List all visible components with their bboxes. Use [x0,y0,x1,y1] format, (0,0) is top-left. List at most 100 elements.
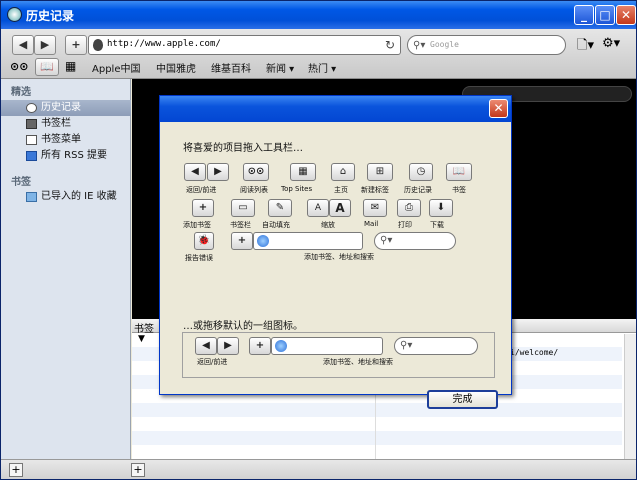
forward-button[interactable]: ▶ [34,35,56,55]
bookmarks-menu-icon [26,135,37,145]
home-icon[interactable]: ⌂ [331,163,355,181]
search-field[interactable]: ⚲▾ Google [407,35,566,55]
folder-icon [26,192,37,202]
bookmarks-bar-icon[interactable]: ▭ [231,199,255,217]
table-row[interactable] [132,403,622,417]
toolbar-item-label: 添加书签 [183,221,211,229]
add-bookmark-button[interactable]: + [65,35,87,55]
mail-envelope-icon[interactable]: ✉ [363,199,387,217]
top-sites-icon[interactable]: ▦ [290,163,316,181]
bookmark-yahoo-china[interactable]: 中国雅虎 [156,60,196,75]
sidebar-item-label: 历史记录 [41,102,81,113]
toolbar-item-label: 下载 [430,221,444,229]
report-bug-icon[interactable]: 🐞 [194,232,214,250]
status-bar: + + [1,459,636,479]
bookmarks-bar-icon [26,119,37,129]
disclosure-triangle-icon[interactable]: ▼ [138,334,145,344]
toolbar-item-label: 自动填充 [262,221,290,229]
history-clock-icon[interactable]: ◷ [409,163,433,181]
clock-icon [26,103,37,113]
add-bookmark-icon[interactable]: + [192,199,214,217]
sidebar-item-ie-favorites[interactable]: 已导入的 IE 收藏 [1,189,131,205]
sidebar-item-label: 所有 RSS 提要 [41,150,108,161]
sidebar-item-rss[interactable]: 所有 RSS 提要 [1,148,131,164]
address-field-preview[interactable] [253,232,363,250]
toolbar-item-label: 打印 [398,221,412,229]
close-button[interactable]: ✕ [616,5,636,25]
table-row[interactable] [132,417,622,431]
dialog-body: 将喜爱的项目拖入工具栏… ◀ ▶ 返回/前进 ⊙⊙ 阅读列表 ▦ Top Sit… [164,122,509,409]
default-set-box[interactable]: ◀ ▶ 返回/前进 + ⚲▾ 添加书签、地址和搜索 [182,332,495,378]
page-menu-icon[interactable]: 🗋▾ [577,36,594,58]
bookmark-apple-china[interactable]: Apple中国 [92,60,140,75]
safari-icon [7,7,22,22]
bookmarks-book-icon[interactable]: 📖 [446,163,472,181]
sidebar-item-label: 已导入的 IE 收藏 [41,191,117,202]
toolbar: ◀ ▶ + http://www.apple.com/ ↻ ⚲▾ Google … [1,29,636,79]
search-icon: ⚲▾ [413,40,426,51]
dialog-title-bar: ✕ [160,96,511,122]
default-back-label: 返回/前进 [197,358,228,366]
bookmark-news-menu[interactable]: 新闻 ▾ [266,60,294,75]
bookmarks-book-icon[interactable]: 📖 [35,58,59,76]
toolbar-item-label: 返回/前进 [186,186,217,194]
toolbar-item-label: 书签 [452,186,466,194]
sidebar-item-bookmarks-menu[interactable]: 书签菜单 [1,132,131,148]
forward-icon: ▶ [217,337,239,355]
done-button[interactable]: 完成 [427,390,498,409]
customize-toolbar-dialog: ✕ 将喜爱的项目拖入工具栏… ◀ ▶ 返回/前进 ⊙⊙ 阅读列表 ▦ Top S… [159,95,512,409]
search-placeholder: Google [430,40,459,49]
toolbar-item-label: 书签栏 [230,221,251,229]
top-sites-icon[interactable]: ▦ [65,59,76,73]
bookmark-wikipedia[interactable]: 维基百科 [211,60,251,75]
search-field-preview[interactable]: ⚲▾ [374,232,456,250]
address-field-preview [271,337,383,355]
toolbar-item-label: Mail [364,220,379,228]
search-field-preview: ⚲▾ [394,337,478,355]
address-url: http://www.apple.com/ [107,39,221,49]
add-bookmark-icon: + [249,337,271,355]
globe-icon [257,235,269,247]
sidebar: 精选 历史记录 书签栏 书签菜单 所有 RSS 提要 书签 已导入的 IE 收藏 [1,79,131,459]
sidebar-item-bookmarks-bar[interactable]: 书签栏 [1,116,131,132]
dialog-prompt: 将喜爱的项目拖入工具栏… [183,143,303,154]
toolbar-item-back[interactable]: ◀ [184,163,206,181]
search-icon: ⚲▾ [400,340,413,351]
zoom-out-icon[interactable]: A [307,199,329,217]
maximize-button[interactable]: □ [595,5,615,25]
toolbar-item-label: 阅读列表 [240,186,268,194]
add-collection-button[interactable]: + [9,463,23,477]
download-icon[interactable]: ⬇ [429,199,453,217]
toolbar-item-label: Top Sites [281,185,313,193]
reload-icon[interactable]: ↻ [385,38,395,52]
new-tab-icon[interactable]: ⊞ [367,163,393,181]
toolbar-item-label: 新建标签 [361,186,389,194]
reading-list-icon[interactable]: ⊙⊙ [243,163,269,181]
add-bookmark-folder-button[interactable]: + [131,463,145,477]
toolbar-item-label: 主页 [334,186,348,194]
default-set-prompt: …或拖移默认的一组图标。 [183,321,303,332]
back-button[interactable]: ◀ [12,35,34,55]
sidebar-section-bookmarks: 书签 [11,177,31,188]
reading-list-icon[interactable]: ⊙⊙ [10,60,28,73]
minimize-button[interactable]: _ [574,5,594,25]
default-addr-label: 添加书签、地址和搜索 [323,358,393,366]
autofill-pen-icon[interactable]: ✎ [268,199,292,217]
dialog-close-button[interactable]: ✕ [489,99,508,118]
toolbar-item-forward[interactable]: ▶ [207,163,229,181]
title-bar: 历史记录 _ □ ✕ [1,1,636,29]
toolbar-item-label: 添加书签、地址和搜索 [304,253,374,261]
sidebar-item-history[interactable]: 历史记录 [1,100,131,116]
window-title: 历史记录 [26,9,75,23]
toolbar-item-label: 报告错误 [185,254,213,262]
settings-gear-icon[interactable]: ⚙▾ [602,36,620,51]
bookmark-popular-menu[interactable]: 热门 ▾ [308,60,336,75]
address-bar[interactable]: http://www.apple.com/ ↻ [88,35,401,55]
sidebar-item-label: 书签栏 [41,118,71,129]
print-icon[interactable]: ⎙ [397,199,421,217]
vertical-scrollbar[interactable] [624,334,636,459]
zoom-in-icon[interactable]: A [329,199,351,217]
table-row[interactable] [132,431,622,445]
back-icon: ◀ [195,337,217,355]
add-bookmark-icon[interactable]: + [231,232,253,250]
